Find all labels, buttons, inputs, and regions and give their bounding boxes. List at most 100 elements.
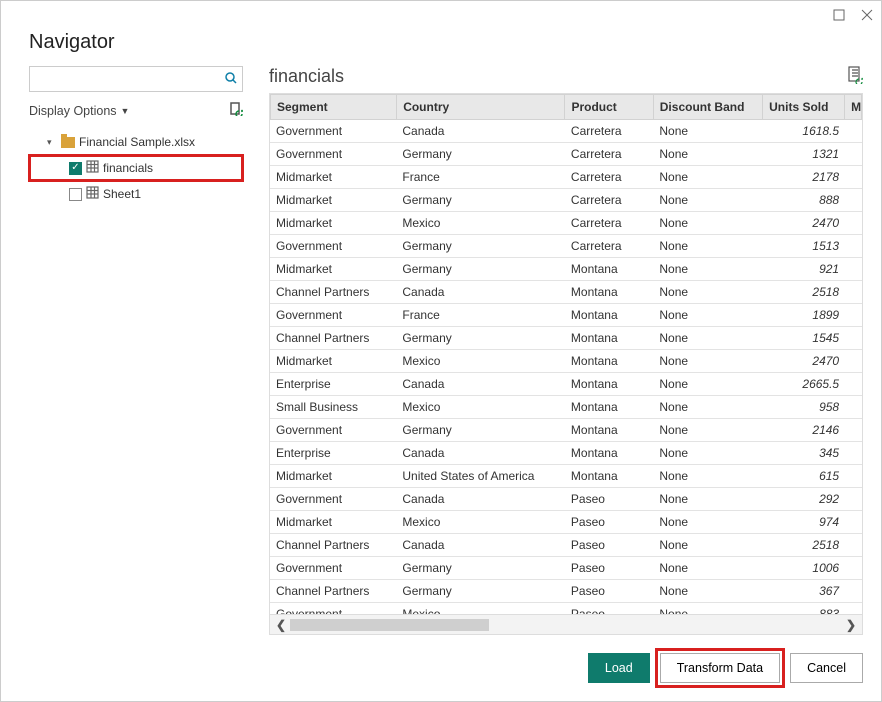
scroll-thumb[interactable] — [290, 619, 489, 631]
cell-more — [845, 442, 862, 465]
cell-more — [845, 120, 862, 143]
cell-country: Mexico — [396, 212, 565, 235]
table-row[interactable]: Channel PartnersCanadaPaseoNone2518 — [270, 534, 862, 557]
table-row[interactable]: GovernmentFranceMontanaNone1899 — [270, 304, 862, 327]
tree-item[interactable]: Sheet1 — [29, 181, 243, 207]
table-icon — [86, 160, 99, 176]
cell-discount: None — [653, 488, 763, 511]
cell-more — [845, 557, 862, 580]
preview-refresh-icon[interactable] — [847, 66, 863, 87]
column-header[interactable]: Units Sold — [763, 95, 845, 120]
table-row[interactable]: Small BusinessMexicoMontanaNone958 — [270, 396, 862, 419]
cell-segment: Government — [270, 143, 396, 166]
cell-country: United States of America — [396, 465, 565, 488]
cell-units: 615 — [763, 465, 845, 488]
navigator-dialog: Navigator Display Options ▼ ▾ — [0, 0, 882, 702]
cell-product: Paseo — [565, 534, 653, 557]
table-scroll[interactable]: GovernmentCanadaCarreteraNone1618.5Gover… — [270, 120, 862, 614]
cell-discount: None — [653, 350, 763, 373]
column-header[interactable]: Segment — [271, 95, 397, 120]
table-row[interactable]: GovernmentGermanyPaseoNone1006 — [270, 557, 862, 580]
table-row[interactable]: GovernmentGermanyCarreteraNone1513 — [270, 235, 862, 258]
chevron-down-icon: ▼ — [121, 106, 130, 116]
cell-country: Canada — [396, 373, 565, 396]
cell-segment: Channel Partners — [270, 580, 396, 603]
cell-units: 1618.5 — [763, 120, 845, 143]
cell-discount: None — [653, 511, 763, 534]
cell-more — [845, 488, 862, 511]
cell-discount: None — [653, 258, 763, 281]
cell-product: Paseo — [565, 580, 653, 603]
checkbox[interactable] — [69, 188, 82, 201]
cell-country: Germany — [396, 580, 565, 603]
cancel-button[interactable]: Cancel — [790, 653, 863, 683]
column-header[interactable]: M — [845, 95, 862, 120]
table-row[interactable]: MidmarketMexicoCarreteraNone2470 — [270, 212, 862, 235]
cell-more — [845, 258, 862, 281]
display-options-label: Display Options — [29, 104, 117, 118]
transform-data-button[interactable]: Transform Data — [660, 653, 780, 683]
table-row[interactable]: Channel PartnersCanadaMontanaNone2518 — [270, 281, 862, 304]
cell-units: 888 — [763, 189, 845, 212]
cell-more — [845, 166, 862, 189]
cell-more — [845, 580, 862, 603]
cell-units: 292 — [763, 488, 845, 511]
display-options-dropdown[interactable]: Display Options ▼ — [29, 104, 129, 118]
cell-segment: Government — [270, 488, 396, 511]
tree-item[interactable]: ✓financials — [29, 155, 243, 181]
scroll-left-icon[interactable]: ❮ — [276, 618, 286, 632]
refresh-icon[interactable] — [229, 102, 243, 119]
column-header[interactable]: Country — [397, 95, 565, 120]
load-button[interactable]: Load — [588, 653, 650, 683]
table-row[interactable]: GovernmentCanadaCarreteraNone1618.5 — [270, 120, 862, 143]
horizontal-scrollbar[interactable]: ❮ ❯ — [270, 614, 862, 634]
search-input[interactable] — [30, 72, 220, 86]
table-row[interactable]: Channel PartnersGermanyPaseoNone367 — [270, 580, 862, 603]
tree-item-label: Sheet1 — [103, 187, 141, 201]
maximize-icon[interactable] — [833, 9, 845, 21]
column-header[interactable]: Discount Band — [653, 95, 762, 120]
tree-file-node[interactable]: ▾ Financial Sample.xlsx — [29, 129, 243, 155]
cell-discount: None — [653, 603, 763, 615]
column-header[interactable]: Product — [565, 95, 653, 120]
search-icon[interactable] — [220, 71, 242, 88]
cell-discount: None — [653, 212, 763, 235]
cell-segment: Channel Partners — [270, 534, 396, 557]
table-row[interactable]: EnterpriseCanadaMontanaNone2665.5 — [270, 373, 862, 396]
checkbox[interactable]: ✓ — [69, 162, 82, 175]
scroll-track[interactable] — [290, 619, 842, 631]
table-row[interactable]: GovernmentGermanyMontanaNone2146 — [270, 419, 862, 442]
cell-segment: Government — [270, 603, 396, 615]
cell-units: 1899 — [763, 304, 845, 327]
cell-segment: Government — [270, 235, 396, 258]
cell-units: 2470 — [763, 350, 845, 373]
table-row[interactable]: MidmarketFranceCarreteraNone2178 — [270, 166, 862, 189]
table-row[interactable]: MidmarketGermanyMontanaNone921 — [270, 258, 862, 281]
table-row[interactable]: GovernmentCanadaPaseoNone292 — [270, 488, 862, 511]
table-row[interactable]: EnterpriseCanadaMontanaNone345 — [270, 442, 862, 465]
cell-product: Carretera — [565, 166, 653, 189]
cell-country: France — [396, 304, 565, 327]
cell-more — [845, 350, 862, 373]
expander-icon[interactable]: ▾ — [47, 137, 57, 148]
table-row[interactable]: MidmarketUnited States of AmericaMontana… — [270, 465, 862, 488]
cell-product: Montana — [565, 396, 653, 419]
table-row[interactable]: GovernmentGermanyCarreteraNone1321 — [270, 143, 862, 166]
cell-segment: Enterprise — [270, 442, 396, 465]
cell-more — [845, 235, 862, 258]
cell-country: Canada — [396, 488, 565, 511]
cell-country: Mexico — [396, 603, 565, 615]
search-box[interactable] — [29, 66, 243, 92]
scroll-right-icon[interactable]: ❯ — [846, 618, 856, 632]
table-row[interactable]: MidmarketMexicoPaseoNone974 — [270, 511, 862, 534]
cell-discount: None — [653, 465, 763, 488]
cell-segment: Channel Partners — [270, 281, 396, 304]
cell-segment: Government — [270, 419, 396, 442]
cell-product: Montana — [565, 304, 653, 327]
table-row[interactable]: MidmarketMexicoMontanaNone2470 — [270, 350, 862, 373]
cell-more — [845, 373, 862, 396]
table-row[interactable]: Channel PartnersGermanyMontanaNone1545 — [270, 327, 862, 350]
close-icon[interactable] — [861, 9, 873, 21]
table-row[interactable]: MidmarketGermanyCarreteraNone888 — [270, 189, 862, 212]
table-row[interactable]: GovernmentMexicoPaseoNone883 — [270, 603, 862, 615]
